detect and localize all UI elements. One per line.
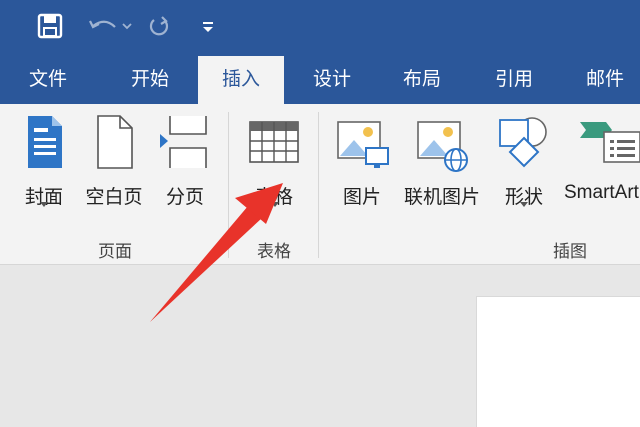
shapes-dropdown-caret[interactable] <box>520 202 528 207</box>
table-button[interactable]: 表格 <box>244 112 304 224</box>
online-pictures-label: 联机图片 <box>403 186 480 208</box>
pictures-label: 图片 <box>342 186 381 208</box>
group-separator <box>228 112 229 258</box>
table-dropdown-caret[interactable] <box>271 202 279 207</box>
page-break-label: 分页 <box>165 186 204 208</box>
blank-page-icon <box>97 115 133 169</box>
smartart-button[interactable]: SmartArt <box>562 112 640 208</box>
cover-dropdown-caret[interactable] <box>40 202 48 207</box>
page-break-button[interactable]: 分页 <box>158 112 212 208</box>
shapes-button[interactable]: 形状 <box>496 112 552 224</box>
tab-design[interactable]: 设计 <box>294 56 370 104</box>
cover-page-icon <box>28 116 62 168</box>
tab-layout[interactable]: 布局 <box>384 56 460 104</box>
illustrations-group-label: 插图 <box>553 242 587 262</box>
shapes-icon <box>499 117 547 168</box>
redo-button[interactable] <box>144 8 174 44</box>
cover-page-button[interactable]: 封面 <box>18 112 70 224</box>
customize-quick-access-icon <box>203 22 213 32</box>
save-icon <box>37 13 63 39</box>
table-group-label: 表格 <box>257 242 291 262</box>
redo-icon <box>149 16 169 36</box>
ribbon-tab-bar: 文件 开始 插入 设计 布局 引用 邮件 <box>0 56 640 104</box>
blank-page-label: 空白页 <box>85 186 143 208</box>
page-break-icon <box>160 116 207 168</box>
ribbon-insert: 封面 空白页 分页 页面 表格 表格 图片 联机图片 形状 SmartArt 插… <box>0 104 640 265</box>
document-page[interactable] <box>476 296 640 427</box>
table-icon <box>249 121 299 163</box>
online-pictures-icon <box>417 121 468 172</box>
smartart-icon <box>580 122 640 163</box>
pictures-button[interactable]: 图片 <box>334 112 390 208</box>
online-pictures-button[interactable]: 联机图片 <box>398 112 486 208</box>
group-separator <box>318 112 319 258</box>
title-bar <box>0 0 640 56</box>
tab-file[interactable]: 文件 <box>10 56 86 104</box>
tab-references[interactable]: 引用 <box>476 56 552 104</box>
blank-page-button[interactable]: 空白页 <box>80 112 148 208</box>
customize-quick-access-button[interactable] <box>196 8 220 44</box>
pictures-icon <box>337 121 389 168</box>
tab-mailings[interactable]: 邮件 <box>570 56 640 104</box>
pages-group-label: 页面 <box>98 242 132 262</box>
undo-icon <box>89 20 132 30</box>
smartart-label: SmartArt <box>564 182 639 203</box>
save-button[interactable] <box>32 8 68 44</box>
tab-home[interactable]: 开始 <box>112 56 188 104</box>
tab-insert[interactable]: 插入 <box>198 56 284 104</box>
undo-button[interactable] <box>84 8 134 44</box>
